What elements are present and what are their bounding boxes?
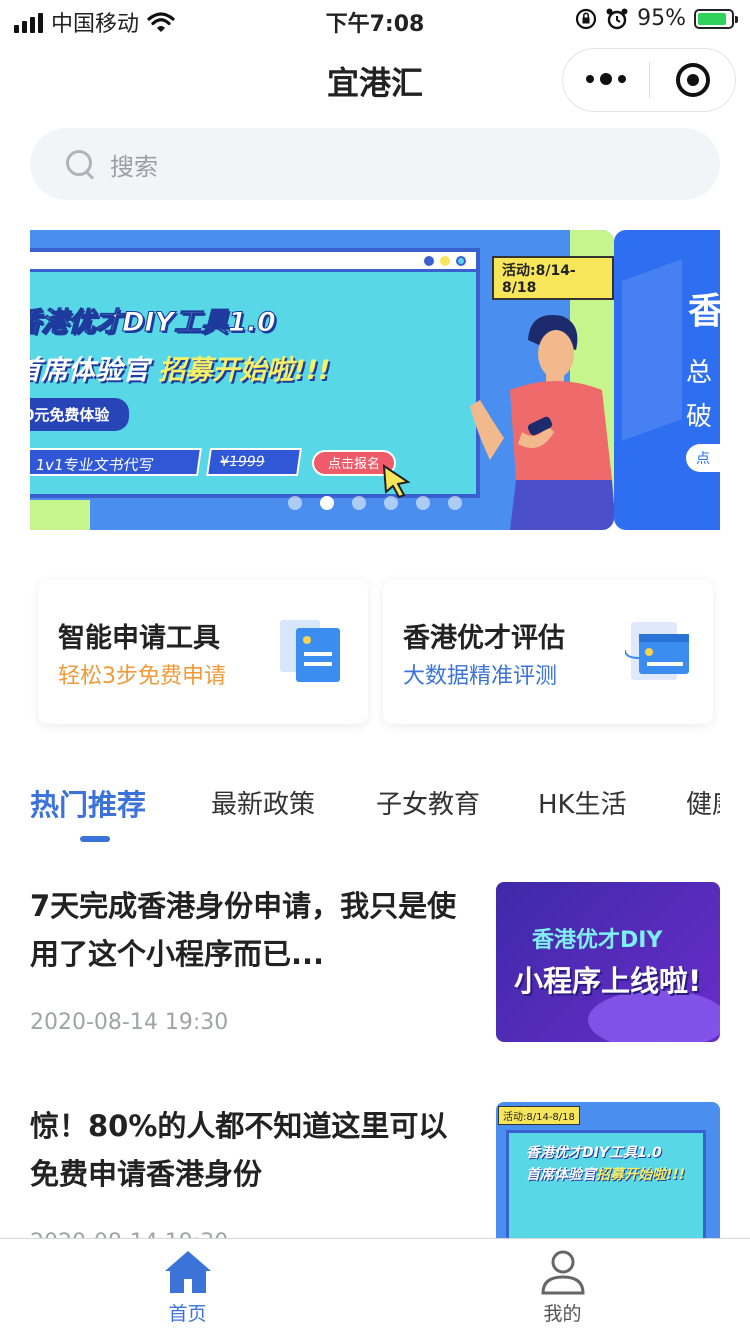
user-icon (541, 1250, 585, 1295)
close-target-icon (675, 63, 710, 97)
carousel-dot[interactable] (352, 496, 366, 510)
carousel-indicator[interactable] (288, 496, 462, 510)
status-right: 95% (575, 6, 738, 31)
battery-icon (694, 8, 738, 29)
feature-card-subtitle: 轻松3步免费申请 (58, 664, 226, 689)
banner-next-line2: 破 (686, 402, 713, 432)
active-tab-indicator (80, 836, 110, 842)
banner-subheadline-highlight: 招募开始啦!!! (158, 355, 331, 386)
thumbnail-tag: 活动:8/14-8/18 (498, 1106, 580, 1125)
tab-hot[interactable]: 热门推荐 (30, 782, 146, 824)
article-item[interactable]: 7天完成香港身份申请，我只是使用了这个小程序而已... 2020-08-14 1… (30, 882, 720, 1042)
document-icon (280, 620, 340, 682)
more-button[interactable] (563, 73, 649, 85)
search-input[interactable]: 搜索 (30, 128, 720, 200)
thumbnail-line2: 首席体验官招募开始啦!!! (526, 1164, 685, 1184)
banner-headline: 香港优才DIY工具1.0 (30, 307, 276, 339)
person-illustration (470, 315, 614, 530)
banner-next-title: 香 (688, 291, 720, 332)
banner-next-line1: 总 (686, 358, 713, 388)
feature-card-apply-tool[interactable]: 智能申请工具 轻松3步免费申请 (38, 580, 368, 724)
banner-subheadline-prefix: 首席体验官 (30, 355, 149, 386)
article-title: 惊！80%的人都不知道这里可以免费申请香港身份 (30, 1109, 448, 1191)
thumbnail-line2-highlight: 招募开始啦!!! (596, 1167, 686, 1183)
banner-next-shape (622, 259, 682, 441)
banner-next-button: 点 (686, 444, 720, 472)
alarm-icon (606, 8, 628, 29)
banner-window-bar (30, 252, 476, 272)
carousel-dot[interactable] (384, 496, 398, 510)
banner-slide[interactable]: 香港优才DIY工具1.0 首席体验官 招募开始啦!!! 0元免费体验 1v1专业… (30, 230, 614, 530)
feature-card-title: 香港优才评估 (403, 623, 565, 654)
tabbar-label-me: 我的 (543, 1303, 582, 1325)
banner-bg-corner (30, 500, 90, 530)
tab-education[interactable]: 子女教育 (376, 784, 480, 821)
thumbnail-line2: 小程序上线啦! (514, 964, 702, 998)
thumbnail-line2-prefix: 首席体验官 (526, 1167, 596, 1183)
more-dots-icon (586, 75, 594, 83)
banner-window: 香港优才DIY工具1.0 首席体验官 招募开始啦!!! 0元免费体验 1v1专业… (30, 248, 480, 498)
tab-health[interactable]: 健康 (686, 784, 720, 821)
article-title: 7天完成香港身份申请，我只是使用了这个小程序而已... (30, 889, 457, 971)
carousel-dot[interactable] (448, 496, 462, 510)
banner-service-label: 1v1专业文书代写 (30, 448, 202, 476)
tabbar-item-home[interactable]: 首页 (0, 1239, 375, 1334)
banner-next-slide[interactable]: 香 总 破 点 (614, 230, 720, 530)
banner-free-label: 0元免费体验 (30, 398, 130, 431)
banner-subheadline: 首席体验官 招募开始啦!!! (30, 348, 330, 387)
carousel-dot[interactable] (416, 496, 430, 510)
article-date: 2020-08-14 19:30 (30, 1010, 229, 1035)
tab-hk-life[interactable]: HK生活 (538, 784, 627, 821)
banner-event-tag: 活动:8/14-8/18 (492, 256, 614, 300)
cursor-icon (382, 464, 411, 498)
home-icon (165, 1251, 211, 1293)
close-button[interactable] (650, 63, 735, 97)
banner-price-label: ¥1999 (206, 448, 302, 476)
feature-card-title: 智能申请工具 (58, 623, 220, 654)
browser-window-icon (625, 622, 689, 680)
bottom-tab-bar: 首页 我的 (0, 1238, 750, 1334)
tabbar-item-me[interactable]: 我的 (375, 1239, 750, 1334)
search-placeholder: 搜索 (110, 152, 158, 181)
tab-policy[interactable]: 最新政策 (211, 784, 315, 821)
battery-percent: 95% (637, 6, 686, 31)
orientation-lock-icon (575, 8, 597, 29)
thumbnail-line1: 香港优才DIY (532, 928, 663, 953)
feature-card-assessment[interactable]: 香港优才评估 大数据精准评测 (383, 580, 713, 724)
carousel-dot-active[interactable] (320, 496, 334, 510)
tabbar-label-home: 首页 (168, 1303, 207, 1325)
article-thumbnail: 香港优才DIY 小程序上线啦! (496, 882, 720, 1042)
feature-card-subtitle: 大数据精准评测 (403, 664, 558, 689)
miniprogram-capsule (562, 48, 736, 112)
thumbnail-line1: 香港优才DIY工具1.0 (526, 1145, 662, 1161)
status-bar: 中国移动 下午7:08 95% (0, 0, 750, 40)
carousel-dot[interactable] (288, 496, 302, 510)
search-icon (64, 148, 96, 180)
